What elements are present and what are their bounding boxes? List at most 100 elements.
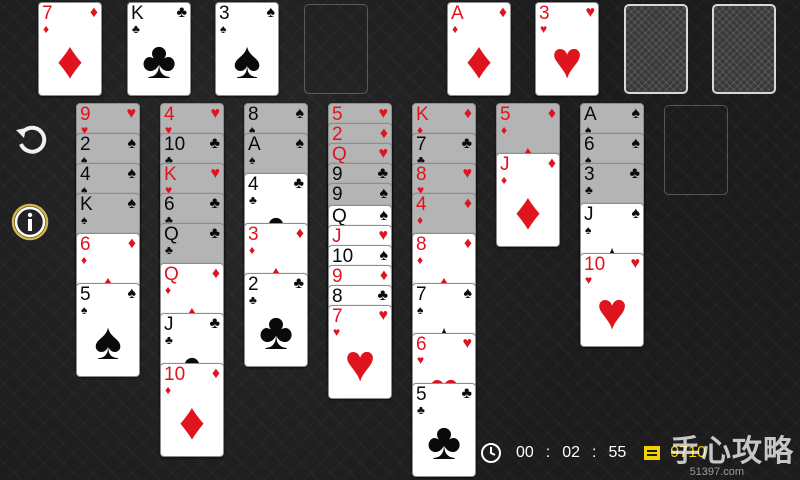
- card-rank: 5: [416, 384, 427, 405]
- clubs-suit-icon: ♣: [461, 385, 473, 402]
- diamonds-suit-icon: ♦: [514, 183, 542, 241]
- playing-card[interactable]: K ♣ ♣ ♣: [127, 2, 191, 96]
- card-rank: K: [80, 194, 93, 215]
- clubs-suit-icon: ♣: [141, 32, 177, 90]
- clubs-suit-icon: ♣: [377, 165, 389, 182]
- playing-card[interactable]: 7 ♦ ♦ ♦: [38, 2, 102, 96]
- spades-suit-icon: ♠: [94, 313, 122, 371]
- spades-suit-icon: ♠: [463, 285, 473, 302]
- card-rank: 8: [248, 104, 259, 125]
- spades-suit-icon: ♠: [631, 135, 641, 152]
- hearts-suit-icon: ♥: [630, 255, 641, 272]
- spades-suit-icon: ♠: [81, 213, 88, 227]
- spades-suit-icon: ♠: [631, 105, 641, 122]
- clubs-suit-icon: ♣: [293, 275, 305, 292]
- diamonds-suit-icon: ♦: [547, 155, 556, 172]
- diamonds-suit-icon: ♦: [465, 32, 493, 90]
- hearts-suit-icon: ♥: [551, 32, 583, 90]
- empty-column-slot[interactable]: [664, 105, 728, 195]
- timer-separator: :: [545, 444, 551, 461]
- diamonds-suit-icon: ♦: [417, 253, 424, 267]
- playing-card[interactable]: 10 ♦ ♦ ♦: [160, 363, 224, 457]
- spades-suit-icon: ♠: [249, 153, 256, 167]
- clubs-suit-icon: ♣: [629, 165, 641, 182]
- spades-suit-icon: ♠: [417, 303, 424, 317]
- card-rank: 9: [332, 164, 343, 185]
- clubs-suit-icon: ♣: [165, 243, 173, 257]
- card-rank: K: [164, 164, 177, 185]
- diamonds-suit-icon: ♦: [211, 365, 220, 382]
- hearts-suit-icon: ♥: [378, 145, 389, 162]
- card-rank: A: [451, 3, 464, 24]
- card-rank: A: [248, 134, 261, 155]
- spades-suit-icon: ♠: [127, 135, 137, 152]
- playing-card[interactable]: 10 ♥ ♥ ♥: [580, 253, 644, 347]
- spades-suit-icon: ♠: [379, 207, 389, 224]
- diamonds-suit-icon: ♦: [127, 235, 136, 252]
- card-rank: K: [416, 104, 429, 125]
- diamonds-suit-icon: ♦: [417, 213, 424, 227]
- spades-suit-icon: ♠: [585, 223, 592, 237]
- card-rank: 6: [584, 134, 595, 155]
- diamonds-suit-icon: ♦: [165, 283, 172, 297]
- card-back-slot[interactable]: [624, 4, 688, 94]
- watermark-url: 51397.com: [689, 466, 744, 478]
- playing-card[interactable]: 7 ♥ ♥ ♥: [328, 305, 392, 399]
- diamonds-suit-icon: ♦: [463, 105, 472, 122]
- playing-card[interactable]: A ♦ ♦ ♦: [447, 2, 511, 96]
- clubs-suit-icon: ♣: [209, 135, 221, 152]
- diamonds-suit-icon: ♦: [501, 123, 508, 137]
- diamonds-suit-icon: ♦: [379, 125, 388, 142]
- card-rank: J: [332, 226, 342, 247]
- card-rank: 5: [332, 104, 343, 125]
- hearts-suit-icon: ♥: [378, 105, 389, 122]
- playing-card[interactable]: J ♦ ♦ ♦: [496, 153, 560, 247]
- card-rank: Q: [164, 224, 179, 245]
- card-rank: Q: [332, 206, 347, 227]
- card-rank: 7: [332, 306, 343, 327]
- card-rank: 9: [80, 104, 91, 125]
- spades-suit-icon: ♠: [127, 285, 137, 302]
- card-rank: 8: [332, 286, 343, 307]
- card-rank: J: [164, 314, 174, 335]
- clubs-suit-icon: ♣: [417, 403, 425, 417]
- spades-suit-icon: ♠: [379, 247, 389, 264]
- hearts-suit-icon: ♥: [378, 227, 389, 244]
- watermark-logo: 手心攻略: [670, 435, 794, 468]
- hearts-suit-icon: ♥: [210, 105, 221, 122]
- spades-suit-icon: ♠: [233, 32, 261, 90]
- timer-seconds: 55: [608, 444, 627, 461]
- hearts-suit-icon: ♥: [585, 4, 596, 21]
- clubs-suit-icon: ♣: [209, 195, 221, 212]
- spades-suit-icon: ♠: [127, 165, 137, 182]
- spades-suit-icon: ♠: [379, 185, 389, 202]
- playing-card[interactable]: 3 ♥ ♥ ♥: [535, 2, 599, 96]
- clubs-suit-icon: ♣: [132, 22, 140, 36]
- info-button[interactable]: [8, 200, 52, 244]
- diamonds-suit-icon: ♦: [43, 22, 50, 36]
- undo-button[interactable]: [10, 118, 54, 162]
- diamonds-suit-icon: ♦: [501, 173, 508, 187]
- clubs-suit-icon: ♣: [585, 183, 593, 197]
- card-rank: 3: [219, 3, 230, 24]
- playing-card[interactable]: 3 ♠ ♠ ♠: [215, 2, 279, 96]
- diamonds-suit-icon: ♦: [547, 105, 556, 122]
- hearts-suit-icon: ♥: [378, 307, 389, 324]
- spades-suit-icon: ♠: [127, 195, 137, 212]
- spades-suit-icon: ♠: [631, 205, 641, 222]
- clubs-suit-icon: ♣: [293, 175, 305, 192]
- card-rank: 9: [332, 266, 343, 287]
- playing-card[interactable]: 2 ♣ ♣ ♣: [244, 273, 308, 367]
- empty-slot[interactable]: [304, 4, 368, 94]
- card-rank: 9: [332, 184, 343, 205]
- card-back-slot[interactable]: [712, 4, 776, 94]
- card-rank: 6: [416, 334, 427, 355]
- clubs-suit-icon: ♣: [377, 287, 389, 304]
- playing-card[interactable]: 5 ♠ ♠ ♠: [76, 283, 140, 377]
- playing-card[interactable]: 5 ♣ ♣ ♣: [412, 383, 476, 477]
- diamonds-suit-icon: ♦: [249, 243, 256, 257]
- clubs-suit-icon: ♣: [249, 193, 257, 207]
- hearts-suit-icon: ♥: [210, 165, 221, 182]
- card-rank: 4: [164, 104, 175, 125]
- card-rank: 2: [248, 274, 259, 295]
